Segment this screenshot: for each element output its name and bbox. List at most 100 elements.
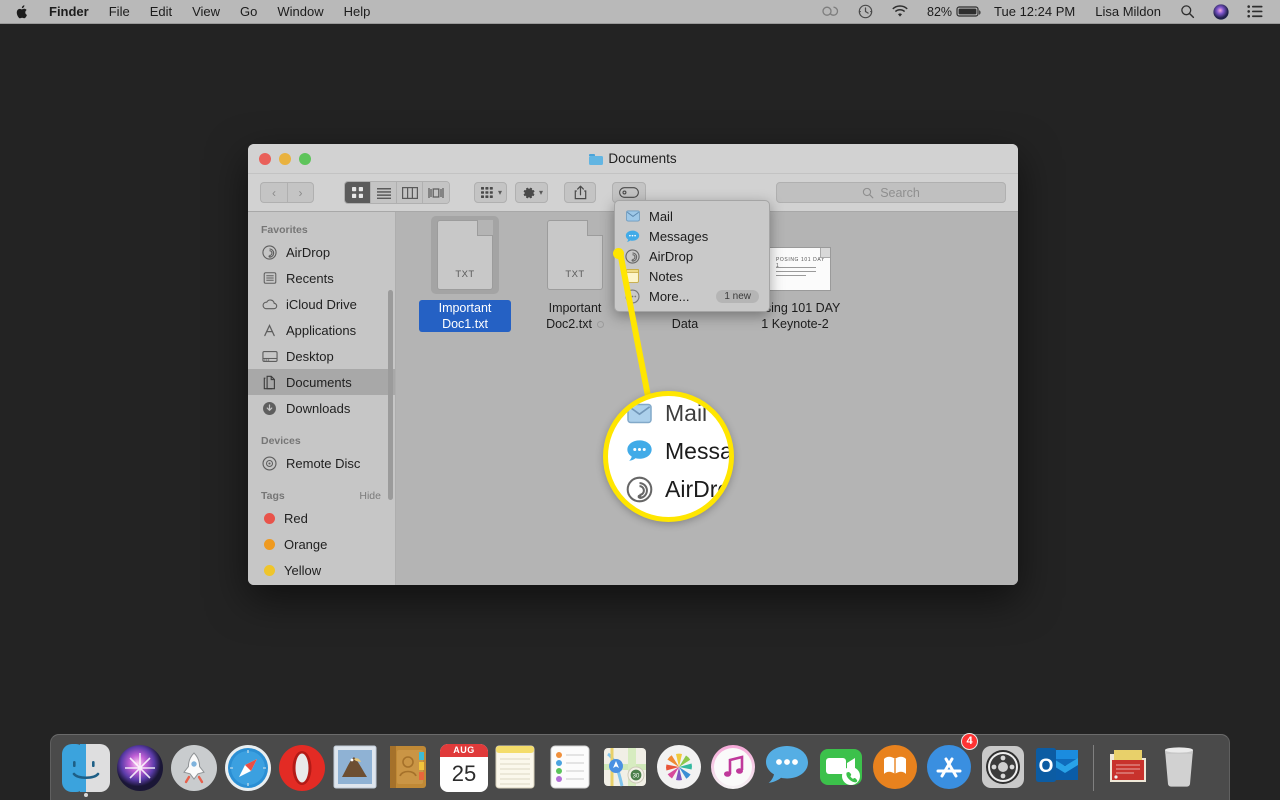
magnified-item-mail: Mail — [608, 396, 729, 432]
sidebar-item-icloud-drive[interactable]: iCloud Drive — [248, 291, 395, 317]
icon-view-button[interactable] — [345, 182, 371, 203]
share-menu-item-more[interactable]: More... 1 new — [615, 286, 769, 306]
dock-item-contacts[interactable] — [383, 735, 437, 800]
dock-item-safari[interactable] — [221, 735, 275, 800]
opera-icon — [278, 744, 326, 792]
share-menu-item-mail[interactable]: Mail — [615, 206, 769, 226]
sidebar-item-tag-orange[interactable]: Orange — [248, 531, 395, 557]
chevron-down-icon: ▾ — [498, 188, 503, 197]
column-view-button[interactable] — [397, 182, 423, 203]
sidebar-item-downloads[interactable]: Downloads — [248, 395, 395, 421]
dock-item-reminders[interactable] — [545, 735, 599, 800]
share-menu-item-label: Messages — [649, 228, 709, 244]
dock-item-ibooks[interactable] — [869, 735, 923, 800]
notification-center-icon[interactable] — [1238, 0, 1272, 23]
file-extension-label: TXT — [565, 269, 585, 280]
list-view-button[interactable] — [371, 182, 397, 203]
sidebar-item-label: Yellow — [284, 562, 322, 578]
file-name-label[interactable]: Important Doc2.txt — [529, 300, 621, 332]
dock-item-system-preferences[interactable] — [977, 735, 1031, 800]
menu-edit[interactable]: Edit — [140, 0, 182, 23]
dock-item-mail[interactable] — [329, 735, 383, 800]
menu-file[interactable]: File — [99, 0, 140, 23]
share-button[interactable] — [564, 182, 597, 203]
dock-item-downloads-stack[interactable] — [1102, 735, 1156, 800]
sidebar-item-label: Desktop — [286, 348, 334, 364]
close-button[interactable] — [259, 153, 271, 165]
sidebar-item-label: Downloads — [286, 400, 351, 416]
share-menu-item-airdrop[interactable]: AirDrop — [615, 246, 769, 266]
dock-item-outlook[interactable]: O — [1031, 735, 1085, 800]
back-button[interactable]: ‹ — [260, 182, 287, 203]
battery-status[interactable]: 82% — [918, 0, 984, 23]
finder-titlebar[interactable]: Documents — [248, 144, 1018, 174]
sidebar-item-recents[interactable]: Recents — [248, 265, 395, 291]
documents-folder-icon — [589, 153, 604, 165]
share-menu-item-messages[interactable]: Messages — [615, 226, 769, 246]
menu-window[interactable]: Window — [267, 0, 333, 23]
siri-icon[interactable] — [1204, 0, 1238, 23]
menu-view[interactable]: View — [182, 0, 230, 23]
dock-item-siri[interactable] — [113, 735, 167, 800]
messages-icon — [625, 229, 640, 244]
airdrop-icon — [261, 244, 278, 261]
dock-item-app-store[interactable]: 4 — [923, 732, 978, 800]
adobe-creative-cloud-icon[interactable] — [812, 0, 849, 23]
dock-item-facetime[interactable] — [815, 735, 869, 800]
dock-item-maps[interactable]: 30 — [599, 735, 653, 800]
time-machine-icon[interactable] — [849, 0, 882, 23]
dock-item-finder[interactable] — [59, 735, 113, 800]
menu-finder[interactable]: Finder — [39, 0, 99, 23]
dock-item-trash[interactable] — [1156, 735, 1210, 800]
sidebar-item-tag-red[interactable]: Red — [248, 505, 395, 531]
dock-item-opera[interactable] — [275, 735, 329, 800]
sidebar-item-label: AirDrop — [286, 244, 331, 260]
sidebar-item-tag-green[interactable]: Green — [248, 583, 395, 585]
menu-bar: Finder File Edit View Go Window Help 82%… — [0, 0, 1280, 24]
txt-document-icon: TXT — [437, 220, 493, 290]
magnified-item-messages: Messag — [608, 432, 733, 470]
sidebar-item-desktop[interactable]: Desktop — [248, 343, 395, 369]
sidebar-item-tag-yellow[interactable]: Yellow — [248, 557, 395, 583]
magnified-item-label: AirDrop — [665, 475, 731, 502]
gallery-view-button[interactable] — [423, 182, 449, 203]
file-thumbnail: TXT — [541, 220, 609, 294]
spotlight-search-icon[interactable] — [1171, 0, 1204, 23]
search-input[interactable]: Search — [776, 182, 1006, 203]
dock-item-itunes[interactable] — [707, 735, 761, 800]
tag-dot-yellow-icon — [264, 564, 275, 576]
forward-button[interactable]: › — [287, 182, 314, 203]
dock-item-photos[interactable] — [653, 735, 707, 800]
clock[interactable]: Tue 12:24 PM — [984, 4, 1085, 19]
tags-hide-button[interactable]: Hide — [359, 490, 381, 502]
share-menu-popover[interactable]: Mail Messages AirDrop Notes More... 1 ne… — [614, 200, 770, 312]
action-gear-button[interactable]: ▾ — [515, 182, 549, 203]
file-item-important-doc1[interactable]: TXT Important Doc1.txt — [410, 216, 520, 332]
window-title-text: Documents — [608, 151, 677, 166]
zoom-button[interactable] — [299, 153, 311, 165]
sidebar-item-airdrop[interactable]: AirDrop — [248, 239, 395, 265]
file-name-label[interactable]: Important Doc1.txt — [419, 300, 511, 332]
trash-icon — [1159, 744, 1207, 792]
wifi-icon[interactable] — [882, 0, 918, 23]
dock-item-notes[interactable] — [491, 735, 545, 800]
sidebar-item-applications[interactable]: Applications — [248, 317, 395, 343]
tag-dot-red-icon — [264, 512, 275, 524]
more-badge: 1 new — [716, 289, 759, 303]
user-menu[interactable]: Lisa Mildon — [1085, 4, 1171, 19]
minimize-button[interactable] — [279, 153, 291, 165]
dock-item-launchpad[interactable] — [167, 735, 221, 800]
share-menu-item-notes[interactable]: Notes — [615, 266, 769, 286]
dock-item-calendar[interactable]: AUG 25 — [437, 735, 491, 800]
sidebar-scrollbar[interactable] — [388, 290, 393, 500]
app-store-badge: 4 — [961, 732, 978, 750]
apple-logo-icon[interactable] — [0, 4, 39, 20]
menu-go[interactable]: Go — [230, 0, 267, 23]
sidebar-item-remote-disc[interactable]: Remote Disc — [248, 450, 395, 476]
maps-icon: 30 — [602, 744, 650, 792]
sidebar-item-documents[interactable]: Documents — [248, 369, 395, 395]
dock-item-messages[interactable] — [761, 735, 815, 800]
menu-help[interactable]: Help — [334, 0, 381, 23]
magnified-item-label: Messag — [665, 437, 733, 464]
arrange-by-button[interactable]: ▾ — [474, 182, 508, 203]
